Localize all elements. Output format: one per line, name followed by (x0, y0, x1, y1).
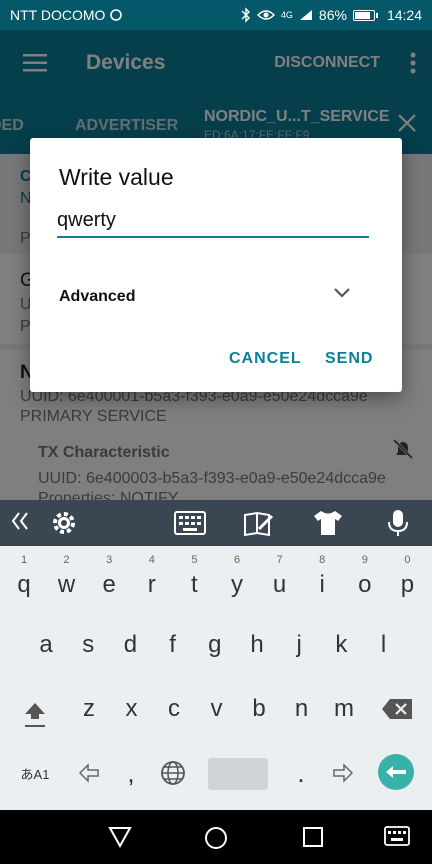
keyboard-hide-icon[interactable] (384, 826, 410, 851)
key-hint: 2 (63, 554, 70, 566)
key-q[interactable]: 1q (3, 550, 45, 608)
send-button[interactable]: SEND (325, 350, 373, 368)
key-h[interactable]: h (236, 616, 278, 674)
key-label: r (147, 571, 156, 598)
back-icon[interactable] (108, 826, 132, 853)
key-e[interactable]: 3e (88, 550, 130, 608)
cursor-left-icon[interactable] (68, 744, 110, 802)
key-p[interactable]: 0p (386, 550, 428, 608)
navigation-bar (0, 810, 432, 864)
soft-keyboard: 1q2w3e4r5t6y7u8i9o0p asdfghjkl zxcvbnm あ… (0, 546, 432, 810)
key-i[interactable]: 8i (301, 550, 343, 608)
key-m[interactable]: m (323, 680, 365, 738)
recents-icon[interactable] (302, 826, 324, 853)
key-a[interactable]: a (25, 616, 67, 674)
key-hint: 8 (319, 554, 326, 566)
status-bar: NTT DOCOMO 4G 86% 14:24 (0, 0, 432, 30)
key-c[interactable]: c (153, 680, 195, 738)
enter-key[interactable] (378, 754, 414, 790)
key-w[interactable]: 2w (46, 550, 88, 608)
key-u[interactable]: 7u (259, 550, 301, 608)
key-x[interactable]: x (111, 680, 153, 738)
globe-icon[interactable] (152, 744, 194, 802)
key-g[interactable]: g (194, 616, 236, 674)
key-k[interactable]: k (320, 616, 362, 674)
key-hint: 1 (20, 554, 28, 566)
space-bar[interactable] (208, 758, 268, 790)
key-t[interactable]: 5t (173, 550, 215, 608)
key-label: w (57, 571, 76, 598)
key-hint: 0 (404, 554, 411, 566)
signal-icon (299, 10, 312, 20)
battery-icon (352, 9, 378, 21)
key-j[interactable]: j (278, 616, 320, 674)
battery-percent: 86% (318, 7, 347, 23)
key-label: e (102, 571, 116, 598)
key-label: i (319, 571, 325, 598)
home-icon[interactable] (204, 826, 228, 855)
key-hint: 7 (276, 554, 283, 566)
keyboard-layout-icon[interactable] (174, 509, 206, 542)
write-value-dialog: Write value Advanced CANCEL SEND (30, 138, 402, 392)
key-s[interactable]: s (67, 616, 109, 674)
carrier-label: NTT DOCOMO (10, 7, 106, 23)
key-d[interactable]: d (109, 616, 151, 674)
key-r[interactable]: 4r (131, 550, 173, 608)
key-v[interactable]: v (196, 680, 238, 738)
key-hint: 6 (233, 554, 241, 566)
battery-fill (354, 11, 370, 19)
key-label: t (191, 571, 198, 598)
key-hint: 3 (106, 554, 113, 566)
key-f[interactable]: f (152, 616, 194, 674)
key-hint: 4 (148, 554, 155, 566)
handwriting-icon[interactable] (243, 509, 275, 542)
value-input[interactable] (57, 204, 369, 238)
chevron-down-icon[interactable] (332, 286, 352, 305)
theme-shirt-icon[interactable] (312, 509, 344, 542)
key-z[interactable]: z (68, 680, 110, 738)
key-label: y (231, 571, 243, 598)
backspace-icon[interactable] (376, 680, 418, 738)
key-l[interactable]: l (363, 616, 405, 674)
network-type: 4G (280, 10, 293, 20)
cursor-right-icon[interactable] (322, 744, 364, 802)
key-y[interactable]: 6y (216, 550, 258, 608)
keyboard-toolbar (0, 500, 432, 546)
comma-key[interactable]: , (110, 744, 152, 802)
advanced-toggle-label[interactable]: Advanced (59, 288, 135, 306)
input-mode-key[interactable]: あA1 (10, 744, 60, 802)
key-hint: 5 (191, 554, 198, 566)
key-label: u (272, 571, 287, 598)
key-label: q (17, 571, 31, 598)
key-label: p (400, 571, 415, 598)
bluetooth-icon (241, 7, 250, 23)
period-key[interactable]: . (280, 744, 322, 802)
collapse-toolbar-icon[interactable] (10, 510, 30, 537)
key-hint: 9 (361, 554, 368, 566)
key-b[interactable]: b (238, 680, 280, 738)
cancel-button[interactable]: CANCEL (229, 350, 302, 368)
clock: 14:24 (386, 7, 422, 23)
key-n[interactable]: n (281, 680, 323, 738)
eye-icon (256, 10, 275, 20)
settings-gear-icon[interactable] (50, 509, 78, 542)
shift-key[interactable] (14, 686, 56, 744)
key-o[interactable]: 9o (344, 550, 386, 608)
key-label: o (358, 571, 372, 598)
microphone-icon[interactable] (386, 509, 410, 542)
dialog-title: Write value (59, 164, 174, 190)
sync-icon (110, 9, 123, 21)
